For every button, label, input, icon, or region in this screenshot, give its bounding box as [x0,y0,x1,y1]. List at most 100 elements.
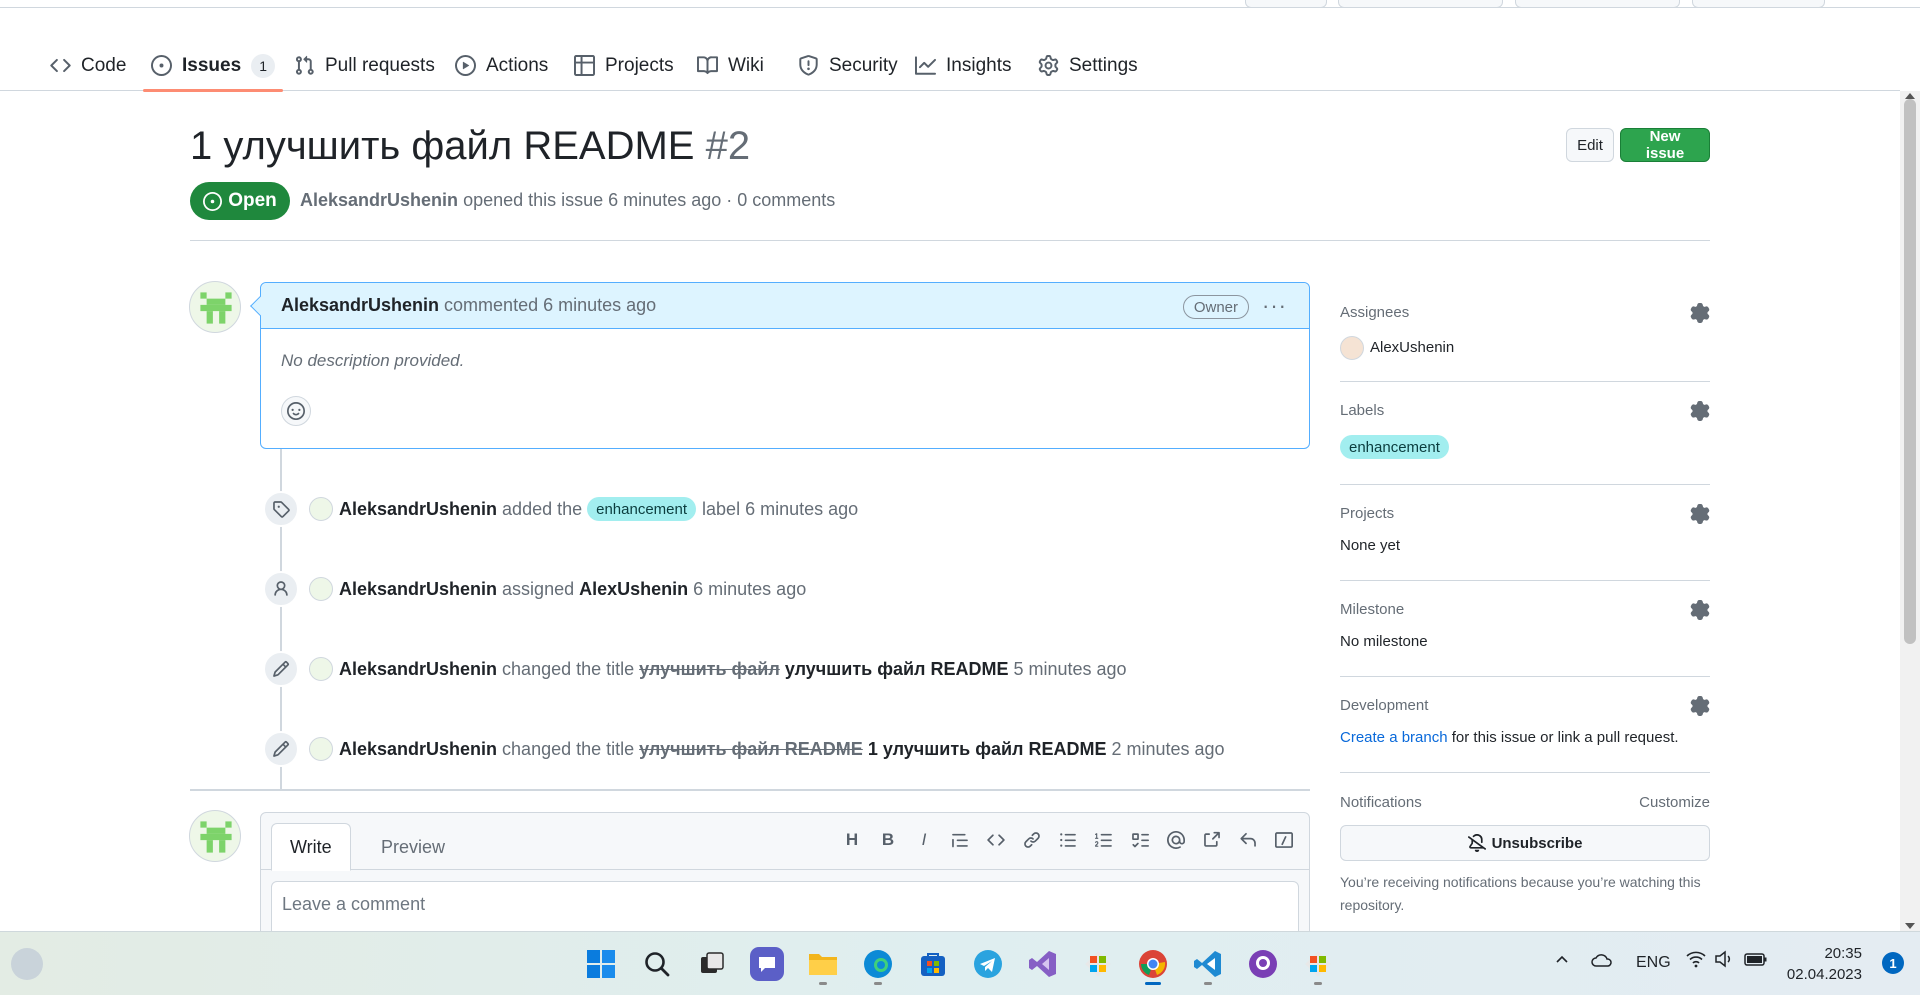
tab-write[interactable]: Write [271,823,351,871]
taskbar-clock[interactable]: 20:35 02.04.2023 [1787,943,1862,985]
issue-opened-icon [203,191,223,211]
page-scrollbar[interactable] [1900,91,1920,931]
wifi-icon[interactable] [1686,950,1706,973]
actor-avatar[interactable] [309,577,333,601]
projects-gear-icon[interactable] [1690,504,1710,524]
comment-author-avatar[interactable] [189,281,241,333]
development-gear-icon[interactable] [1690,696,1710,716]
comment-author-link[interactable]: AleksandrUshenin [281,295,439,316]
edge-icon[interactable] [861,947,895,981]
label-enhancement[interactable]: enhancement [587,497,697,521]
git-extension-icon[interactable] [1081,947,1115,981]
tab-issues-label: Issues [182,54,242,76]
tab-code[interactable]: Code [42,40,134,91]
link-icon[interactable] [1021,829,1043,851]
tray-overflow-chevron-icon[interactable] [1554,952,1570,973]
start-icon[interactable] [584,947,618,981]
edit-button[interactable]: Edit [1566,128,1614,162]
tab-settings[interactable]: Settings [1030,40,1146,91]
star-button[interactable] [1515,0,1680,8]
event-actor-link[interactable]: AleksandrUshenin [339,659,497,680]
tab-security[interactable]: Security [790,40,906,91]
actor-avatar[interactable] [309,737,333,761]
telegram-icon[interactable] [971,947,1005,981]
identicon-image [200,292,232,324]
sidebar-label-enhancement[interactable]: enhancement [1340,435,1449,459]
chrome-icon[interactable] [1136,947,1170,981]
old-title: улучшить файл [639,658,780,679]
tab-code-label: Code [81,54,127,76]
tab-issues[interactable]: Issues 1 [143,40,284,92]
assignee-item[interactable]: AlexUshenin [1340,336,1454,360]
actor-avatar[interactable] [309,657,333,681]
current-user-avatar[interactable] [189,810,241,862]
event-text: changed the title [502,738,635,759]
issue-author-link[interactable]: AleksandrUshenin [300,190,458,210]
unsubscribe-button[interactable]: Unsubscribe [1340,825,1710,861]
comment-menu-button[interactable]: ··· [1262,293,1287,319]
mention-icon[interactable] [1165,829,1187,851]
milestone-value: No milestone [1340,633,1428,650]
customize-link[interactable]: Customize [1639,794,1710,811]
tab-pull-requests[interactable]: Pull requests [286,40,443,91]
italic-icon[interactable]: I [913,829,935,851]
widgets-icon[interactable] [11,948,43,980]
scroll-down-arrow[interactable] [1905,923,1915,929]
volume-icon[interactable] [1714,950,1734,973]
quote-icon[interactable] [949,829,971,851]
cross-reference-icon[interactable] [1201,829,1223,851]
new-issue-button[interactable]: New issue [1620,128,1710,162]
milestone-gear-icon[interactable] [1690,600,1710,620]
event-text: changed the title [502,658,635,679]
task-list-icon[interactable] [1129,829,1151,851]
actor-avatar[interactable] [309,497,333,521]
teams-chat-icon[interactable] [750,947,784,981]
input-language-indicator[interactable]: ENG [1636,954,1671,972]
unordered-list-icon[interactable] [1057,829,1079,851]
search-icon[interactable] [640,947,674,981]
projects-title: Projects [1340,505,1395,522]
unsubscribe-label: Unsubscribe [1491,834,1583,852]
watch-button[interactable] [1692,0,1825,8]
smiley-icon [287,402,305,420]
heading-icon[interactable]: H [841,829,863,851]
assignees-gear-icon[interactable] [1690,303,1710,323]
assignees-title: Assignees [1340,304,1410,321]
battery-charging-icon[interactable] [1744,950,1768,973]
event-actor-link[interactable]: AleksandrUshenin [339,499,497,520]
repo-nav: Code Issues 1 Pull requests Actions Proj… [0,40,1900,92]
git-gui-icon[interactable] [1301,947,1335,981]
file-explorer-icon[interactable] [806,947,840,981]
create-branch-link[interactable]: Create a branch [1340,729,1448,746]
fork-button[interactable] [1338,0,1503,8]
labels-gear-icon[interactable] [1690,401,1710,421]
assignee-link[interactable]: AlexUshenin [579,579,688,600]
tab-projects[interactable]: Projects [566,40,682,91]
tab-insights[interactable]: Insights [907,40,1019,91]
tab-settings-label: Settings [1069,54,1138,76]
ordered-list-icon[interactable] [1093,829,1115,851]
github-desktop-icon[interactable] [1246,947,1280,981]
tl-icon-wrap [263,491,299,527]
visual-studio-icon[interactable] [1026,947,1060,981]
event-actor-link[interactable]: AleksandrUshenin [339,739,497,760]
markdown-toolbar: H B I [841,829,1295,851]
reply-icon[interactable] [1237,829,1259,851]
tab-actions[interactable]: Actions [447,40,556,91]
slash-command-icon[interactable] [1273,829,1295,851]
onedrive-icon[interactable] [1590,952,1614,973]
tab-wiki[interactable]: Wiki [689,40,772,91]
code-icon[interactable] [985,829,1007,851]
task-view-icon[interactable] [695,947,729,981]
notifications-button[interactable] [1245,0,1327,8]
tab-preview[interactable]: Preview [363,823,463,871]
notification-center-badge[interactable]: 1 [1882,952,1904,974]
microsoft-store-icon[interactable] [916,947,950,981]
add-reaction-button[interactable] [281,396,311,426]
notifications-note: You’re receiving notifications because y… [1340,874,1701,913]
bold-icon[interactable]: B [877,829,899,851]
timeline-event-renamed: AleksandrUshenin changed the title улучш… [263,730,1225,768]
scroll-thumb[interactable] [1904,99,1916,644]
event-actor-link[interactable]: AleksandrUshenin [339,579,497,600]
vscode-icon[interactable] [1191,947,1225,981]
